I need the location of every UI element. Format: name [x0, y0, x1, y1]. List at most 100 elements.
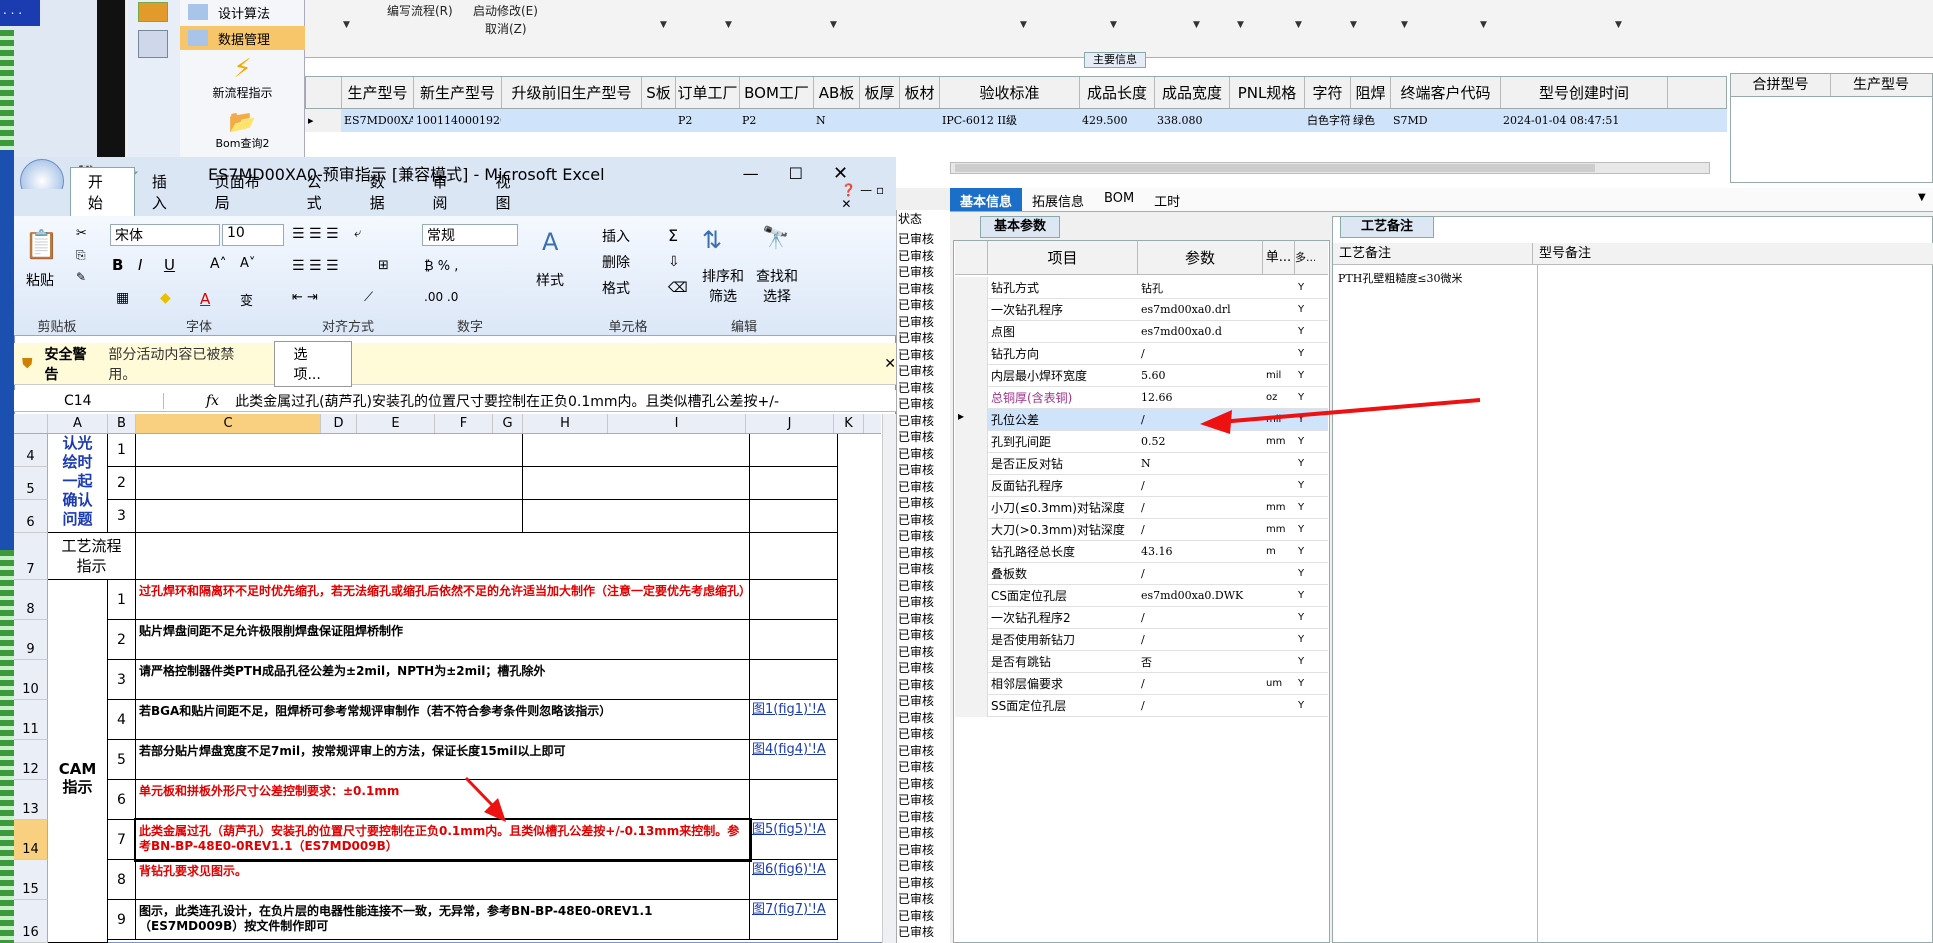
currency-icon[interactable]: ₿ % ,	[424, 258, 458, 274]
param-cell[interactable]: Y	[1295, 326, 1315, 337]
nav-item-data-management[interactable]: 数据管理	[180, 26, 305, 50]
dropdown-arrow-icon[interactable]: ▼	[1480, 20, 1487, 30]
dropdown-arrow-icon[interactable]: ▼	[830, 20, 837, 30]
sheet-cell[interactable]: 3	[108, 660, 136, 700]
hyperlink-cell[interactable]	[750, 580, 838, 620]
column-header[interactable]: S板	[642, 77, 676, 108]
row-selector[interactable]	[955, 276, 988, 299]
param-row[interactable]: 小刀(≤0.3mm)对钻深度 / mm Y	[955, 496, 1328, 519]
sheet-cell[interactable]: 2	[108, 467, 136, 500]
param-cell[interactable]: Y	[1295, 392, 1315, 403]
delete-cells-button[interactable]: 删除	[602, 252, 630, 272]
close-icon[interactable]: ✕	[833, 163, 848, 184]
font-size-select[interactable]: 10	[222, 224, 284, 246]
param-cell[interactable]: Y	[1295, 524, 1315, 535]
column-header[interactable]: 阻焊	[1351, 77, 1391, 108]
italic-icon[interactable]: I	[138, 256, 142, 274]
dropdown-arrow-icon[interactable]: ▼	[343, 20, 350, 30]
indent-icon[interactable]: ⇤ ⇥	[292, 290, 318, 305]
sheet-cell[interactable]: 若部分贴片焊盘宽度不足7mil，按常规评审上的方法，保证长度15mil以上即可	[136, 740, 750, 780]
database-icon[interactable]	[138, 30, 168, 58]
cam-label-cell[interactable]: CAM 指示	[48, 580, 108, 943]
status-cell[interactable]: 已审核	[898, 577, 934, 594]
clear-icon[interactable]: ⌫	[668, 280, 688, 296]
status-cell[interactable]: 已审核	[898, 643, 934, 660]
bom-query-button[interactable]: 📂 Bom查询2	[180, 110, 305, 151]
row-selector[interactable]	[955, 386, 988, 409]
param-cell[interactable]: 相邻层偏要求	[988, 675, 1138, 692]
tab-basic-params[interactable]: 基本参数	[980, 216, 1060, 238]
sheet-cell[interactable]: 9	[108, 900, 136, 940]
status-cell[interactable]: 已审核	[898, 626, 934, 643]
param-cell[interactable]: /	[1138, 611, 1263, 624]
param-row[interactable]: CS面定位孔层 es7md00xa0.DWK Y	[955, 584, 1328, 607]
column-header[interactable]: A	[48, 414, 108, 433]
param-cell[interactable]: es7md00xa0.d	[1138, 325, 1263, 338]
merge-icon[interactable]: ⊞	[378, 258, 389, 273]
sort-filter-icon[interactable]: ⇅	[702, 226, 722, 254]
param-cell[interactable]: oz	[1263, 392, 1295, 403]
scrollbar-thumb[interactable]	[955, 164, 1595, 172]
status-cell[interactable]: 已审核	[898, 511, 934, 528]
param-cell[interactable]: /	[1138, 479, 1263, 492]
table-row[interactable]: ▸ ES7MD00XA0 10011400019201 P2 P2 N IPC-…	[305, 109, 1727, 132]
param-row[interactable]: 相邻层偏要求 / um Y	[955, 672, 1328, 695]
param-cell[interactable]: 钻孔路径总长度	[988, 543, 1138, 560]
sheet-cell[interactable]: 3	[108, 500, 136, 533]
param-cell[interactable]: /	[1138, 413, 1263, 426]
decrease-font-icon[interactable]: A˅	[240, 256, 255, 271]
param-row[interactable]: 孔到孔间距 0.52 mm Y	[955, 430, 1328, 453]
param-row[interactable]: 反面钻孔程序 / Y	[955, 474, 1328, 497]
dropdown-arrow-icon[interactable]: ▼	[1237, 20, 1244, 30]
column-header[interactable]: G	[493, 414, 523, 433]
status-cell[interactable]: 已审核	[898, 890, 934, 907]
column-header[interactable]: 单...	[1263, 241, 1295, 274]
dropdown-arrow-icon[interactable]: ▼	[1615, 20, 1622, 30]
param-cell[interactable]: Y	[1295, 304, 1315, 315]
table-cell[interactable]	[501, 109, 641, 132]
row-selector[interactable]	[955, 496, 988, 519]
sheet-cell[interactable]: 贴片焊盘间距不足允许极限削焊盘保证阻焊桥制作	[136, 620, 750, 660]
hyperlink-cell[interactable]: 图4(fig4)'!A	[750, 740, 838, 780]
param-cell[interactable]: 是否有跳钻	[988, 653, 1138, 670]
param-row[interactable]: 大刀(>0.3mm)对钻深度 / mm Y	[955, 518, 1328, 541]
status-cell[interactable]: 已审核	[898, 808, 934, 825]
column-header[interactable]: 多...	[1295, 241, 1315, 274]
calculator-icon[interactable]	[138, 2, 168, 22]
dropdown-arrow-icon[interactable]: ▼	[1193, 20, 1200, 30]
row-header[interactable]: 15	[14, 860, 48, 900]
table-cell[interactable]: 10011400019201	[413, 109, 501, 132]
status-cell[interactable]: 已审核	[898, 296, 934, 313]
status-cell[interactable]: 已审核	[898, 313, 934, 330]
options-button[interactable]: 选项...	[274, 340, 353, 387]
format-painter-icon[interactable]: ✎	[76, 270, 86, 284]
sheet-cell[interactable]: 背钻孔要求见图示。	[136, 860, 750, 900]
table-cell[interactable]	[641, 109, 675, 132]
column-header[interactable]: AB板	[814, 77, 860, 108]
row-selector[interactable]	[955, 672, 988, 695]
row-selector[interactable]	[955, 320, 988, 343]
hyperlink-cell[interactable]: 图1(fig1)'!A	[750, 700, 838, 740]
row-header[interactable]: 4	[14, 434, 48, 467]
sheet-cell[interactable]	[136, 467, 523, 500]
status-cell[interactable]: 已审核	[898, 824, 934, 841]
param-cell[interactable]: Y	[1295, 370, 1315, 381]
column-header[interactable]: 成品宽度	[1155, 77, 1230, 108]
row-header[interactable]: 8	[14, 580, 48, 620]
param-cell[interactable]: /	[1138, 347, 1263, 360]
param-cell[interactable]: 否	[1138, 654, 1263, 670]
param-cell[interactable]: Y	[1295, 414, 1315, 425]
paste-icon[interactable]: 📋	[24, 228, 59, 261]
flow-label-cell[interactable]: 工艺流程 指示	[48, 533, 136, 580]
row-selector[interactable]	[955, 562, 988, 585]
param-cell[interactable]: 大刀(>0.3mm)对钻深度	[988, 521, 1138, 538]
dropdown-arrow-icon[interactable]: ▼	[1401, 20, 1408, 30]
column-header[interactable]: 成品长度	[1080, 77, 1155, 108]
sheet-cell[interactable]	[136, 434, 523, 467]
table-cell[interactable]: P2	[739, 109, 813, 132]
row-selector[interactable]	[955, 518, 988, 541]
autosum-icon[interactable]: Σ	[668, 226, 678, 245]
param-row[interactable]: 是否正反对钻 N Y	[955, 452, 1328, 475]
wrap-text-icon[interactable]: ⤶	[354, 226, 361, 241]
param-cell[interactable]: Y	[1295, 282, 1315, 293]
